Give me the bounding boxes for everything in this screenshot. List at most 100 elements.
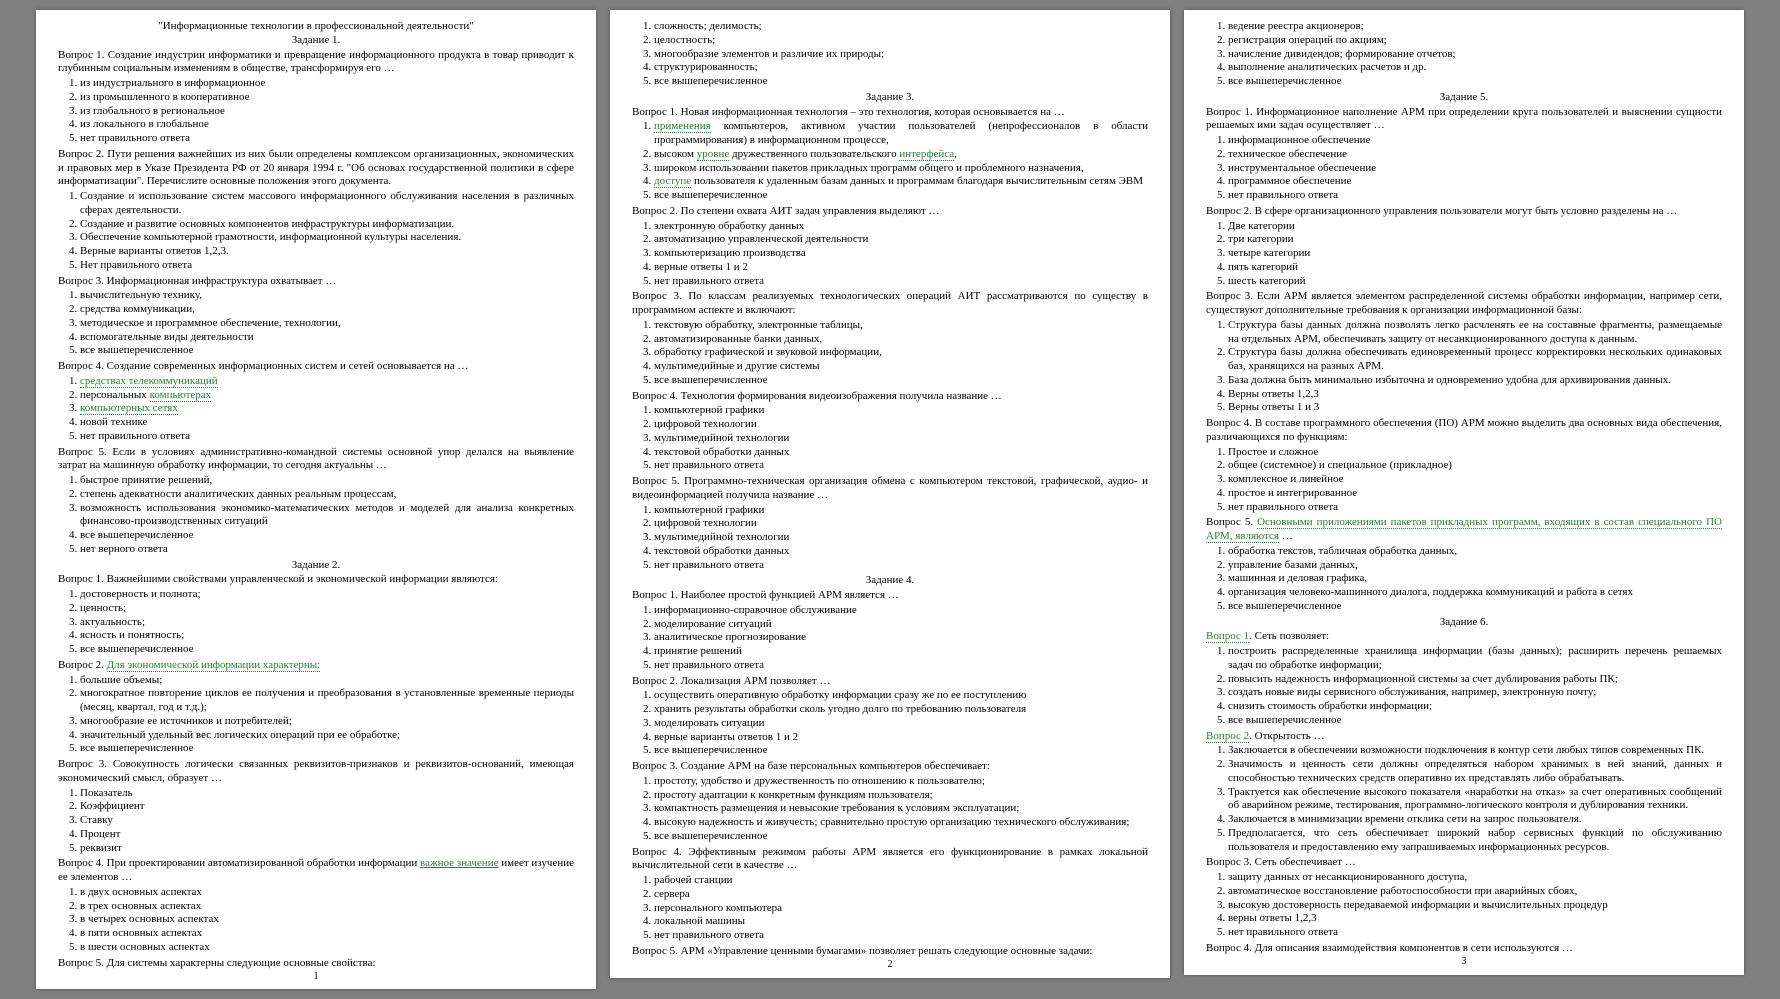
answer-option: ценность;	[80, 602, 574, 616]
answer-option: Две категории	[1228, 220, 1722, 234]
answer-list: Две категориитри категориичетыре категор…	[1206, 220, 1722, 289]
answer-option: нет верного ответа	[80, 543, 574, 557]
answer-option: комплексное и линейное	[1228, 473, 1722, 487]
answer-option: достоверность и полнота;	[80, 588, 574, 602]
answer-option: значительный удельный вес логических опе…	[80, 729, 574, 743]
answer-option: простое и интегрированное	[1228, 487, 1722, 501]
answer-option: многообразие элементов и различие их при…	[654, 48, 1148, 62]
heading: Задание 5.	[1206, 91, 1722, 105]
answer-option: общее (системное) и специальное (приклад…	[1228, 459, 1722, 473]
answer-option: структурированность;	[654, 61, 1148, 75]
answer-option: нет правильного ответа	[1228, 189, 1722, 203]
question-text: Вопрос 5. Если в условиях административн…	[58, 446, 574, 474]
styled-text: уровне	[697, 148, 729, 161]
answer-option: все вышеперечисленное	[80, 344, 574, 358]
answer-option: защиту данных от несанкционированного до…	[1228, 871, 1722, 885]
answer-list: из индустриального в информационноеиз пр…	[58, 77, 574, 146]
answer-option: компьютеризацию производства	[654, 247, 1148, 261]
answer-option: из индустриального в информационное	[80, 77, 574, 91]
answer-option: принятие решений	[654, 645, 1148, 659]
page-3: ведение реестра акционеров;регистрация о…	[1184, 10, 1744, 975]
answer-option: целостность;	[654, 34, 1148, 48]
answer-option: компьютерной графики	[654, 504, 1148, 518]
question-text: Вопрос 4. Для описания взаимодействия ко…	[1206, 942, 1722, 956]
answer-option: все вышеперечисленное	[654, 189, 1148, 203]
answer-option: организация человеко-машинного диалога, …	[1228, 586, 1722, 600]
answer-option: верные ответы 1 и 2	[654, 261, 1148, 275]
answer-option: в четырех основных аспектах	[80, 913, 574, 927]
question-text: Вопрос 4. Технология формирования видеои…	[632, 390, 1148, 404]
answer-option: доступе пользователя к удаленным базам д…	[654, 175, 1148, 189]
answer-option: все вышеперечисленное	[1228, 714, 1722, 728]
answer-option: три категории	[1228, 233, 1722, 247]
question-text: Вопрос 2. Локализация АРМ позволяет …	[632, 675, 1148, 689]
question-text: Вопрос 1. Наиболее простой функцией АРМ …	[632, 589, 1148, 603]
answer-option: Показатель	[80, 787, 574, 801]
answer-list: построить распределенные хранилища инфор…	[1206, 645, 1722, 728]
answer-option: мультимедийные и другие системы	[654, 360, 1148, 374]
answer-option: в пяти основных аспектах	[80, 927, 574, 941]
answer-option: ясность и понятность;	[80, 629, 574, 643]
question-text: Вопрос 5. Для системы характерны следующ…	[58, 957, 574, 971]
answer-option: снизить стоимость обработки информации;	[1228, 700, 1722, 714]
styled-text: …	[1279, 530, 1293, 542]
answer-option: нет правильного ответа	[1228, 926, 1722, 940]
answer-option: электронную обработку данных	[654, 220, 1148, 234]
answer-option: Верны ответы 1 и 3	[1228, 401, 1722, 415]
answer-list: быстрое принятие решений,степень адекват…	[58, 474, 574, 557]
answer-option: Заключается в обеспечении возможности по…	[1228, 744, 1722, 758]
styled-text: важное значение	[420, 857, 498, 869]
answer-option: многообразие ее источников и потребителе…	[80, 715, 574, 729]
answer-option: из локального в глобальное	[80, 118, 574, 132]
heading: Задание 3.	[632, 91, 1148, 105]
question-text: Вопрос 2. Пути решения важнейших из них …	[58, 148, 574, 189]
page-number: 3	[1184, 956, 1744, 969]
question-text: Вопрос 5. Программно-техническая организ…	[632, 475, 1148, 503]
answer-option: высоком уровне дружественного пользовате…	[654, 148, 1148, 162]
answer-option: локальной машины	[654, 915, 1148, 929]
answer-option: автоматическое восстановление работоспос…	[1228, 885, 1722, 899]
answer-option: шесть категорий	[1228, 275, 1722, 289]
answer-option: моделировать ситуации	[654, 717, 1148, 731]
answer-option: нет правильного ответа	[80, 132, 574, 146]
answer-option: в шести основных аспектах	[80, 941, 574, 955]
answer-option: сложность; делимость;	[654, 20, 1148, 34]
answer-option: создать новые виды сервисного обслуживан…	[1228, 686, 1722, 700]
answer-option: методическое и программное обеспечение, …	[80, 317, 574, 331]
answer-option: Предполагается, что сеть обеспечивает ши…	[1228, 827, 1722, 855]
answer-option: автоматизированные банки данных,	[654, 333, 1148, 347]
answer-option: средства коммуникации,	[80, 303, 574, 317]
heading: Задание 1.	[58, 34, 574, 48]
question-text: Вопрос 5. Основными приложениями пакетов…	[1206, 516, 1722, 544]
answer-option: Коэффициент	[80, 800, 574, 814]
question-text: Вопрос 4. Создание современных информаци…	[58, 360, 574, 374]
styled-text: интерфейса	[899, 148, 954, 161]
styled-text: дружественного пользовательского	[729, 148, 899, 160]
answer-option: компактность размещения и невысокие треб…	[654, 802, 1148, 816]
page-2: сложность; делимость;целостность;многооб…	[610, 10, 1170, 978]
answer-option: верны ответы 1,2,3	[1228, 912, 1722, 926]
answer-list: информационно-справочное обслуживаниемод…	[632, 604, 1148, 673]
answer-option: цифровой технологии	[654, 517, 1148, 531]
answer-option: Структура базы данных должна позволять л…	[1228, 319, 1722, 347]
answer-list: компьютерной графикицифровой технологиим…	[632, 404, 1148, 473]
answer-option: в двух основных аспектах	[80, 886, 574, 900]
question-text: Вопрос 2. Открытость …	[1206, 730, 1722, 744]
question-text: Вопрос 2. Для экономической информации х…	[58, 659, 574, 673]
answer-option: управление базами данных,	[1228, 559, 1722, 573]
answer-option: нет правильного ответа	[1228, 501, 1722, 515]
heading: "Информационные технологии в профессиона…	[58, 20, 574, 34]
page-number: 2	[610, 959, 1170, 972]
styled-text: Вопрос 2.	[58, 659, 107, 671]
question-text: Вопрос 4. Эффективным режимом работы АРМ…	[632, 846, 1148, 874]
styled-text: компьютеров, активном участии пользовате…	[654, 120, 1148, 146]
answer-option: Верны ответы 1,2,3	[1228, 388, 1722, 402]
answer-option: персональных компьютерах	[80, 389, 574, 403]
answer-option: осуществить оперативную обработку информ…	[654, 689, 1148, 703]
answer-option: нет правильного ответа	[654, 459, 1148, 473]
answer-option: повысить надежность информационной систе…	[1228, 673, 1722, 687]
answer-list: осуществить оперативную обработку информ…	[632, 689, 1148, 758]
heading: Задание 2.	[58, 559, 574, 573]
answer-list: Простое и сложноеобщее (системное) и спе…	[1206, 446, 1722, 515]
answer-list: Структура базы данных должна позволять л…	[1206, 319, 1722, 415]
